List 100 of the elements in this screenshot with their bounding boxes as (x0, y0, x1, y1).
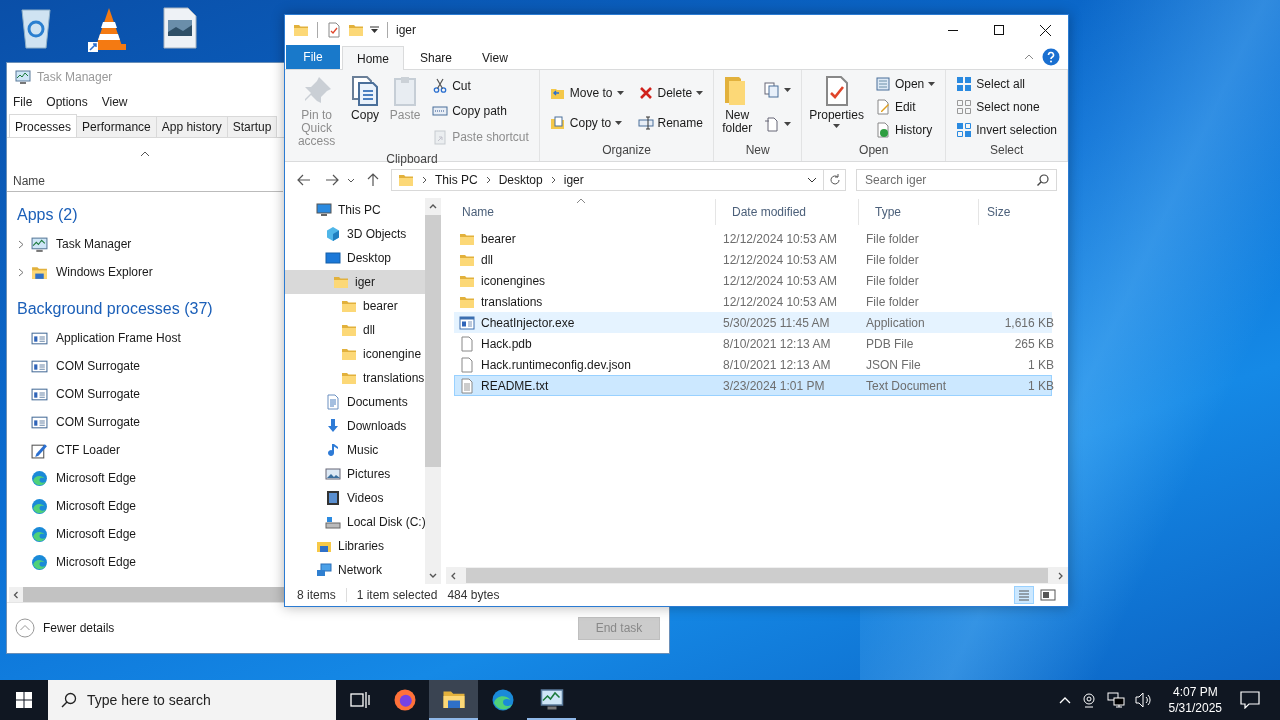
menu-item[interactable]: View (101, 95, 128, 109)
scroll-down-icon[interactable] (429, 573, 437, 578)
ribbon-tab[interactable]: Share (406, 46, 467, 69)
ribbon-button[interactable]: Invert selection (954, 118, 1059, 141)
ribbon-button[interactable]: Properties (806, 73, 867, 130)
ribbon-button[interactable]: Copy to (547, 111, 626, 134)
process-row[interactable]: COM Surrogate (7, 352, 283, 380)
chevron-icon[interactable] (422, 176, 427, 184)
network-icon[interactable] (1106, 692, 1125, 708)
taskbar-search-field[interactable]: Type here to search (48, 680, 336, 720)
chevron-icon[interactable] (17, 239, 25, 249)
ribbon-button[interactable]: Rename (635, 111, 706, 134)
ribbon-tab[interactable]: Home (342, 46, 404, 70)
file-row[interactable]: iconengines 12/12/2024 10:53 AM File folder (454, 270, 1052, 291)
nav-item[interactable]: Videos (285, 486, 425, 510)
scroll-right-icon[interactable] (1058, 571, 1063, 580)
tab[interactable]: Performance (76, 116, 157, 137)
file-row[interactable]: dll 12/12/2024 10:53 AM File folder (454, 249, 1052, 270)
ribbon-button[interactable]: History (872, 118, 938, 141)
process-row[interactable]: COM Surrogate (7, 380, 283, 408)
nav-item[interactable]: Documents (285, 390, 425, 414)
nav-item[interactable]: dll (285, 318, 425, 342)
task-view-icon[interactable] (350, 691, 370, 709)
nav-item[interactable]: translations (285, 366, 425, 390)
nav-item[interactable]: Music (285, 438, 425, 462)
scrollbar[interactable] (446, 567, 1068, 584)
search-icon[interactable] (1037, 174, 1049, 186)
dropdown-icon[interactable] (370, 26, 379, 34)
file-row[interactable]: Hack.pdb 8/10/2021 12:13 AM PDB File 265 KB (454, 333, 1052, 354)
forward-arrow-icon[interactable] (325, 174, 339, 186)
ribbon-icon-button[interactable] (762, 79, 794, 101)
chevron-up-icon[interactable] (1058, 696, 1071, 704)
chevron-icon[interactable] (485, 176, 491, 184)
ribbon-button[interactable]: Select none (954, 96, 1059, 118)
nav-item[interactable]: Network (285, 558, 425, 582)
nav-item[interactable]: iger (285, 270, 425, 294)
taskbar-app-button[interactable] (429, 680, 478, 720)
nav-item[interactable]: 3D Objects (285, 222, 425, 246)
ribbon-button[interactable]: Delete (635, 82, 706, 105)
webcam-icon[interactable] (1080, 692, 1097, 708)
process-row[interactable]: CTF Loader (7, 436, 283, 464)
ribbon-button[interactable]: Edit (872, 96, 938, 118)
file-row[interactable]: README.txt 3/23/2024 1:01 PM Text Document 1 KB (454, 375, 1052, 396)
tab[interactable]: App history (155, 116, 228, 137)
tab[interactable]: Startup (226, 116, 278, 137)
search-icon[interactable] (61, 692, 77, 708)
column-header[interactable]: Date modified (716, 199, 859, 225)
column-header[interactable]: Type (859, 199, 979, 225)
chevron-icon[interactable] (17, 267, 25, 277)
fewer-details-link[interactable]: Fewer details (15, 618, 115, 638)
scroll-left-icon[interactable] (451, 571, 456, 580)
breadcrumb[interactable]: iger (563, 173, 584, 187)
column-header[interactable]: Name (446, 199, 716, 225)
address-bar[interactable]: This PC Desktop iger (391, 169, 824, 191)
column-header[interactable]: Size (979, 199, 1059, 225)
dropdown-icon[interactable] (807, 177, 817, 183)
process-row[interactable]: Microsoft Edge (7, 464, 283, 492)
nav-item[interactable]: bearer (285, 294, 425, 318)
process-row[interactable]: Microsoft Edge (7, 520, 283, 548)
file-row[interactable]: Hack.runtimeconfig.dev.json 8/10/2021 12:13 AM JSON File 1 KB (454, 354, 1052, 375)
ribbon-button[interactable]: Select all (954, 73, 1059, 96)
process-row[interactable]: Application Frame Host (7, 324, 283, 352)
chevron-icon[interactable] (550, 176, 556, 184)
breadcrumb[interactable]: Desktop (498, 173, 543, 187)
breadcrumb[interactable]: This PC (435, 173, 478, 187)
process-row[interactable]: Microsoft Edge (7, 548, 283, 576)
nav-item[interactable]: Pictures (285, 462, 425, 486)
process-row[interactable]: Task Manager (7, 230, 283, 258)
nav-item[interactable]: Desktop (285, 246, 425, 270)
nav-item[interactable]: Libraries (285, 534, 425, 558)
help-icon[interactable] (1042, 48, 1060, 66)
nav-item[interactable]: iconengine (285, 342, 425, 366)
file-tab[interactable]: File (286, 45, 340, 69)
file-row[interactable]: translations 12/12/2024 10:53 AM File folder (454, 291, 1052, 312)
file-row[interactable]: CheatInjector.exe 5/30/2025 11:45 AM Application 1,616 KB (454, 312, 1052, 333)
back-arrow-icon[interactable] (297, 174, 311, 186)
ribbon-button[interactable]: Open (872, 73, 938, 96)
ribbon-button[interactable]: New folder (718, 73, 757, 137)
up-arrow-icon[interactable] (367, 173, 379, 187)
refresh-button[interactable] (824, 169, 846, 191)
process-row[interactable]: COM Surrogate (7, 408, 283, 436)
file-row[interactable]: bearer 12/12/2024 10:53 AM File folder (454, 228, 1052, 249)
nav-item[interactable]: This PC (285, 198, 425, 222)
column-header[interactable]: Name (13, 173, 45, 188)
search-field[interactable]: Search iger (856, 169, 1057, 191)
menu-item[interactable]: File (13, 95, 33, 109)
chevron-down-icon[interactable] (347, 177, 355, 183)
ribbon-button[interactable]: Cut (430, 74, 531, 97)
scrollbar[interactable] (9, 587, 285, 602)
notifications-icon[interactable] (1240, 691, 1260, 709)
nav-item[interactable]: Downloads (285, 414, 425, 438)
nav-item[interactable]: Local Disk (C:) (285, 510, 425, 534)
process-row[interactable]: Windows Explorer (7, 258, 283, 286)
ribbon-tab[interactable]: View (468, 46, 522, 69)
clock[interactable]: 4:07 PM 5/31/2025 (1162, 684, 1228, 716)
scroll-up-icon[interactable] (429, 204, 437, 209)
volume-icon[interactable] (1134, 692, 1153, 708)
ribbon-button[interactable]: Copy (346, 73, 385, 124)
tab[interactable]: Processes (9, 114, 78, 137)
image-file-icon[interactable] (162, 6, 198, 50)
